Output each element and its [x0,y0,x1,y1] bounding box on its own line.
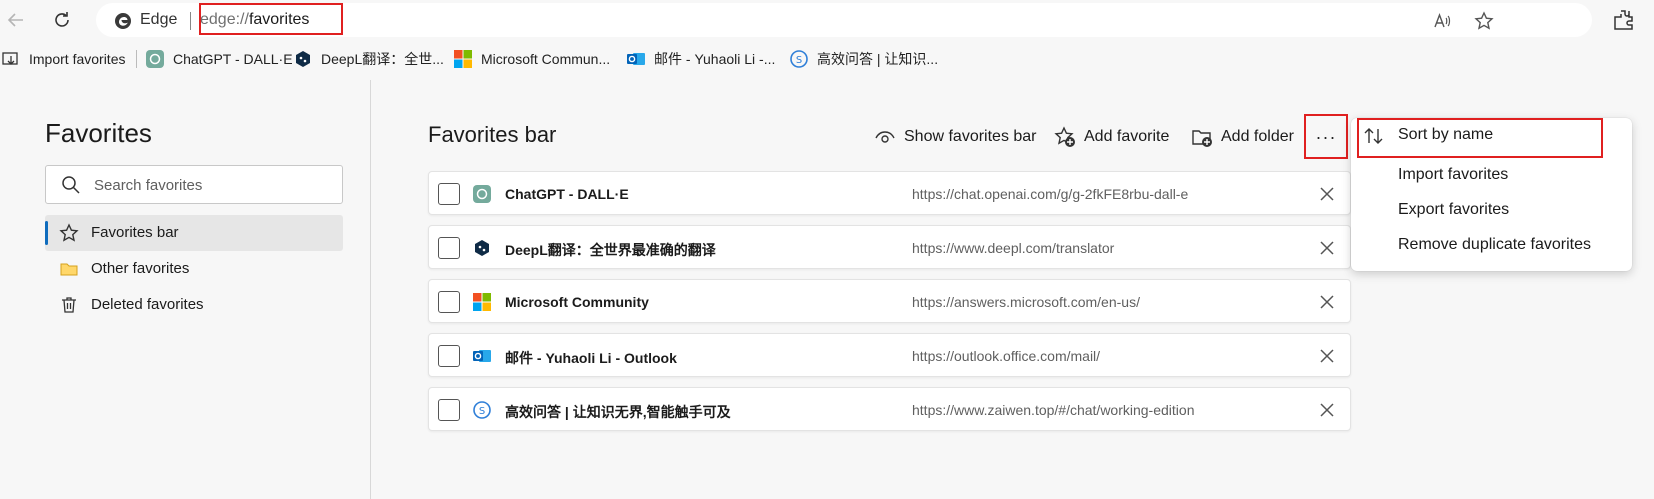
refresh-icon [55,12,69,27]
folder-add-icon [1192,130,1212,147]
browser-toolbar: Edge edge://favorites [0,0,1654,40]
edge-logo-icon [115,13,131,29]
chatgpt-icon [473,185,491,203]
star-icon [59,223,79,242]
trash-icon [62,297,76,313]
favorite-url: https://answers.microsoft.com/en-us/ [912,294,1140,310]
bookmarks-separator [136,50,137,68]
menu-item-import-favorites[interactable]: Import favorites [1351,158,1632,192]
bookmark-microsoft-community[interactable]: Microsoft Commun... [454,48,610,70]
menu-item-label: Import favorites [1398,166,1509,183]
bookmark-zaiwen[interactable]: S 高效问答 | 让知识... [790,48,938,70]
add-favorite-label: Add favorite [1084,128,1170,145]
back-button[interactable] [2,6,30,34]
favorite-name[interactable]: 邮件 - Yuhaoli Li - Outlook [505,348,677,368]
menu-item-remove-duplicates[interactable]: Remove duplicate favorites [1351,228,1632,262]
star-outline-icon [1474,11,1494,30]
bookmark-label: 高效问答 | 让知识... [817,51,939,67]
favorite-name[interactable]: Microsoft Community [505,294,649,310]
favorite-url: https://outlook.office.com/mail/ [912,348,1101,364]
zaiwen-icon: S [473,401,491,419]
more-highlight-box [1304,114,1348,159]
bookmark-label: Microsoft Commun... [481,51,611,67]
browser-brand-label: Edge [140,11,178,28]
favorite-url: https://chat.openai.com/g/g-2fkFE8rbu-da… [912,186,1189,202]
url-highlight-box [199,3,343,35]
search-input[interactable] [94,173,334,197]
favorite-url: https://www.zaiwen.top/#/chat/working-ed… [912,402,1195,418]
favorite-row[interactable]: S 高效问答 | 让知识无界,智能触手可及 https://www.zaiwen… [428,387,1351,431]
refresh-button[interactable] [48,6,76,34]
bookmarks-bar: Import favorites ChatGPT - DALL·E DeepL翻… [0,42,1654,76]
search-icon [62,176,80,194]
bookmark-label: ChatGPT - DALL·E [173,51,293,67]
microsoft-icon [473,293,491,311]
menu-item-label: Export favorites [1398,201,1510,218]
close-icon[interactable] [1317,238,1337,258]
outlook-icon [473,350,491,362]
menu-item-export-favorites[interactable]: Export favorites [1351,193,1632,227]
back-arrow-icon [7,13,23,27]
favorite-row[interactable]: ChatGPT - DALL·E https://chat.openai.com… [428,171,1351,215]
sidebar-title: Favorites [45,118,152,148]
address-separator [190,12,191,30]
folder-icon [60,263,78,276]
add-to-favorites-button[interactable] [1473,10,1495,32]
bookmark-label: 邮件 - Yuhaoli Li -... [654,51,776,67]
sidebar-divider [370,80,371,499]
read-aloud-icon [1434,13,1451,28]
chatgpt-icon [146,50,164,68]
add-folder-button[interactable]: Add folder [1191,124,1294,150]
close-icon[interactable] [1317,184,1337,204]
sidebar-item-label: Deleted favorites [91,296,204,313]
close-icon[interactable] [1317,346,1337,366]
row-checkbox[interactable] [438,291,460,313]
read-aloud-button[interactable] [1431,10,1453,32]
close-icon[interactable] [1317,292,1337,312]
show-favorites-bar-button[interactable]: Show favorites bar [874,124,1037,150]
bookmark-label: DeepL翻译：全世... [321,51,444,67]
bookmark-deepl[interactable]: DeepL翻译：全世... [294,48,444,70]
microsoft-icon [454,50,472,68]
zaiwen-icon: S [790,50,808,68]
deepl-icon [296,51,310,67]
eye-icon [875,131,895,143]
sidebar-item-label: Other favorites [91,260,190,277]
svg-text:S: S [479,406,485,417]
sidebar-item-other-favorites[interactable]: Other favorites [45,251,343,287]
svg-text:S: S [796,55,802,66]
extensions-icon[interactable] [1612,8,1636,32]
favorite-row[interactable]: DeepL翻译：全世界最准确的翻译 https://www.deepl.com/… [428,225,1351,269]
sidebar-item-label: Favorites bar [91,224,179,241]
bookmark-chatgpt[interactable]: ChatGPT - DALL·E [146,48,293,70]
favorite-row[interactable]: 邮件 - Yuhaoli Li - Outlook https://outloo… [428,333,1351,377]
show-favorites-bar-label: Show favorites bar [904,128,1037,145]
star-add-icon [1054,126,1075,147]
row-checkbox[interactable] [438,399,460,421]
import-icon [2,52,18,65]
favorite-name[interactable]: 高效问答 | 让知识无界,智能触手可及 [505,402,731,422]
favorite-name[interactable]: DeepL翻译：全世界最准确的翻译 [505,240,716,260]
favorite-row[interactable]: Microsoft Community https://answers.micr… [428,279,1351,323]
bookmark-label: Import favorites [29,51,126,67]
close-icon[interactable] [1317,400,1337,420]
favorite-url: https://www.deepl.com/translator [912,240,1115,256]
add-favorite-button[interactable]: Add favorite [1054,124,1169,150]
deepl-icon [475,240,489,256]
favorites-page: Edge edge://favorites Import favorites C… [0,0,1654,499]
menu-item-label: Remove duplicate favorites [1398,236,1591,253]
row-checkbox[interactable] [438,237,460,259]
row-checkbox[interactable] [438,183,460,205]
sidebar-item-favorites-bar[interactable]: Favorites bar [45,215,343,251]
search-box[interactable] [45,165,343,204]
add-folder-label: Add folder [1221,128,1294,145]
bookmark-outlook[interactable]: 邮件 - Yuhaoli Li -... [627,48,775,70]
outlook-icon [627,53,645,65]
sidebar-item-deleted-favorites[interactable]: Deleted favorites [45,287,343,323]
sort-highlight-box [1357,118,1603,158]
favorite-name[interactable]: ChatGPT - DALL·E [505,186,629,202]
row-checkbox[interactable] [438,345,460,367]
bookmark-import-favorites[interactable]: Import favorites [2,48,125,70]
page-title: Favorites bar [428,122,557,147]
